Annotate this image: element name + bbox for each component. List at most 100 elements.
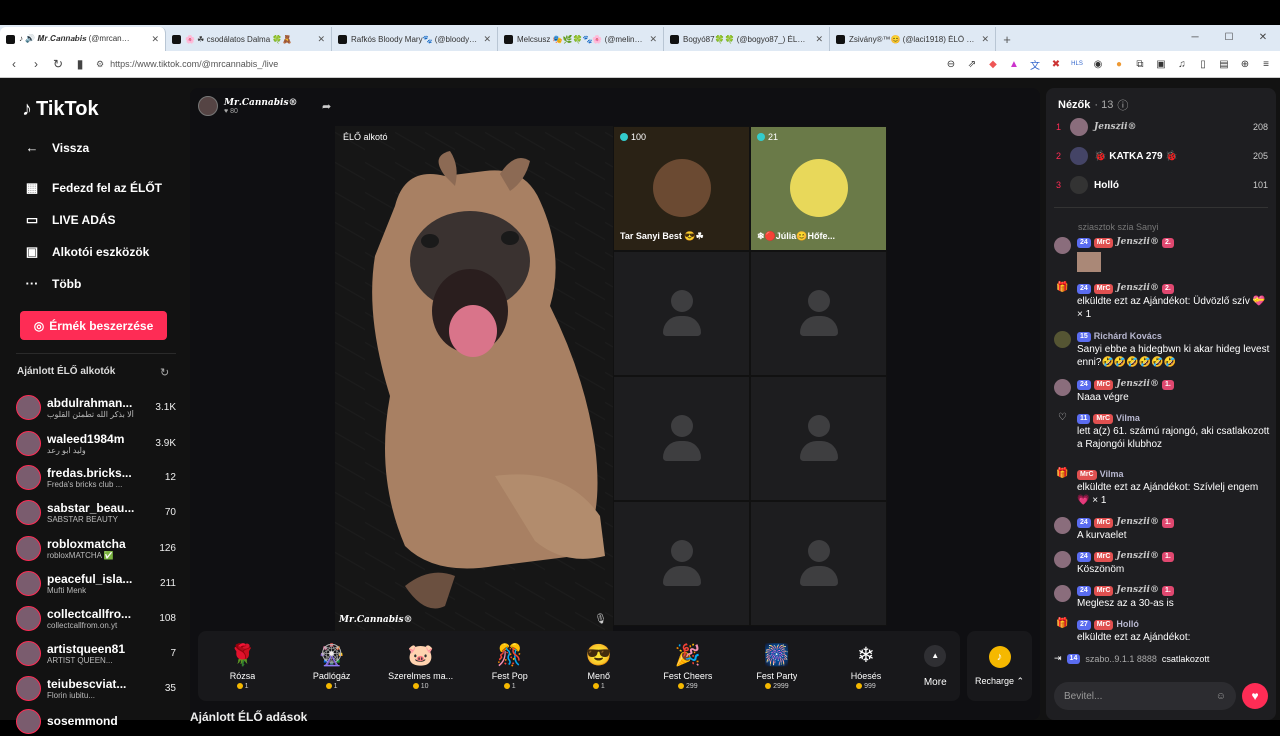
host-video[interactable]: ÉLŐ alkotó 𝑴𝒓.𝑪𝒂𝒏𝒏𝒂𝒃𝒊𝒔® 🎙	[335, 126, 613, 631]
music-icon[interactable]: ♫	[1176, 58, 1188, 70]
recharge-button[interactable]: ♪ Recharge ⌃	[967, 631, 1032, 701]
sidebar-icon[interactable]: ▯	[1197, 58, 1209, 70]
viewers-header[interactable]: Nézők · 13 ⓘ	[1058, 97, 1128, 113]
suggested-creator[interactable]: artistqueen81 ARTIST QUEEN... 7	[16, 638, 176, 668]
forward-icon[interactable]: ›	[30, 57, 42, 71]
chat-message[interactable]: 24 MrC 𝑱𝒆𝒏𝒔𝒛𝒊𝒊® 2.	[1054, 236, 1270, 272]
browser-tab[interactable]: ♪ 🔊 𝑴𝒓.𝑪𝒂𝒏𝒏𝒂𝒃𝒊𝒔 (@mrcan… ✕	[0, 27, 166, 51]
info-icon[interactable]: ⓘ	[1117, 97, 1128, 113]
menu-icon[interactable]: ≡	[1260, 58, 1272, 70]
suggested-creator[interactable]: peaceful_isla... Mufti Menk 211	[16, 568, 176, 598]
gift-item[interactable]: 🎉 Fest Cheers 299	[643, 631, 732, 701]
emoji-icon[interactable]: ☺	[1216, 691, 1226, 702]
extension-puzzle-icon[interactable]: ⧉	[1134, 58, 1146, 70]
empty-guest-slot[interactable]	[613, 251, 750, 376]
chat-message[interactable]: 🎁 MrC Vilma elküldte ezt az Ajándékot: Szív…	[1054, 468, 1270, 507]
host-name[interactable]: 𝑴𝒓.𝑪𝒂𝒏𝒏𝒂𝒃𝒊𝒔®	[224, 98, 298, 108]
top-viewer[interactable]: 3 Holló 101	[1056, 174, 1268, 196]
dark-mode-icon[interactable]: ◉	[1092, 58, 1104, 70]
new-tab-button[interactable]: +	[996, 27, 1018, 51]
close-tab-icon[interactable]: ✕	[815, 34, 823, 45]
share-icon[interactable]: ⇗	[966, 58, 978, 70]
gift-item[interactable]: 🎊 Fest Pop 1	[465, 631, 554, 701]
gift-item[interactable]: ❄ Hóesés 999	[821, 631, 910, 701]
guest-slot[interactable]: 21 ❄🔴Júlia😊Hőfe...	[750, 126, 887, 251]
bookmark-icon[interactable]: ▮	[74, 57, 86, 71]
tiktok-logo[interactable]: ♪ TikTok	[22, 98, 99, 121]
chat-message[interactable]: 15 Richárd Kovács Sanyi ebbe a hidegbwn ki…	[1054, 330, 1270, 369]
close-window-icon[interactable]: ✕	[1246, 25, 1280, 51]
chat-input[interactable]: Bevitel... ☺	[1054, 682, 1236, 710]
host-header[interactable]: 𝑴𝒓.𝑪𝒂𝒏𝒏𝒂𝒃𝒊𝒔® ♥ 80	[198, 96, 298, 116]
gift-item[interactable]: 🌹 Rózsa 1	[198, 631, 287, 701]
gift-item[interactable]: 😎 Menő 1	[554, 631, 643, 701]
extension-x-icon[interactable]: ✖	[1050, 58, 1062, 70]
close-tab-icon[interactable]: ✕	[317, 34, 325, 45]
guest-slot[interactable]: 100 Tar Sanyi Best 😎☘	[613, 126, 750, 251]
browser-tab[interactable]: Bogyó87🍀🍀 (@bogyo87_) ÉLŐ a… ✕	[664, 27, 830, 51]
top-viewer[interactable]: 2 🐞 KATKA 279 🐞 205	[1056, 145, 1268, 167]
close-tab-icon[interactable]: ✕	[483, 34, 491, 45]
close-tab-icon[interactable]: ✕	[981, 34, 989, 45]
wallet-icon[interactable]: ▤	[1218, 58, 1230, 70]
get-coins-button[interactable]: ◎ Érmék beszerzése	[20, 311, 167, 340]
share-icon[interactable]: ➦	[322, 100, 331, 113]
refresh-icon[interactable]: ↻	[160, 366, 169, 379]
maximize-icon[interactable]: ☐	[1212, 25, 1246, 51]
reload-icon[interactable]: ↻	[52, 57, 64, 71]
suggested-creator[interactable]: sosemmond	[16, 706, 176, 736]
like-heart-button[interactable]: ♥	[1242, 683, 1268, 709]
close-tab-icon[interactable]: ✕	[151, 34, 159, 45]
url-field[interactable]: ⚙ https://www.tiktok.com/@mrcannabis_/li…	[96, 54, 856, 74]
nav-more[interactable]: ··· Több	[24, 276, 82, 291]
chat-message[interactable]: 24 MrC 𝑱𝒆𝒏𝒔𝒛𝒊𝒊® 1. Köszönöm	[1054, 550, 1270, 576]
nav-explore-live[interactable]: ▦ Fedezd fel az ÉLŐT	[24, 180, 162, 196]
rewards-icon[interactable]: ▲	[1008, 58, 1020, 70]
more-gifts-button[interactable]: ▲ More	[911, 644, 960, 688]
chat-message[interactable]: 🎁 27 MrC Holló elküldte ezt az Ajándékot:	[1054, 618, 1270, 644]
suggested-creator[interactable]: teiubescviat... Florin iubitu... 35	[16, 673, 176, 703]
suggested-creator[interactable]: abdulrahman... ألا بذكر الله تطمئن القلوب…	[16, 392, 176, 422]
empty-guest-slot[interactable]	[613, 376, 750, 501]
extension-color-icon[interactable]: ●	[1113, 58, 1125, 70]
chat-message[interactable]: 24 MrC 𝑱𝒆𝒏𝒔𝒛𝒊𝒊® 1. Naaa végre	[1054, 378, 1270, 404]
browser-tab[interactable]: Melcsusz 🎭🌿🍀🐾🌸 (@melin… ✕	[498, 27, 664, 51]
suggested-creator[interactable]: robloxmatcha robloxMATCHA ✅ 126	[16, 533, 176, 563]
muted-mic-icon[interactable]: 🎙	[594, 614, 607, 625]
hls-icon[interactable]: HLS	[1071, 58, 1083, 70]
zoom-icon[interactable]: ⊖	[945, 58, 957, 70]
avatar	[1070, 176, 1088, 194]
translate-icon[interactable]: 文	[1029, 58, 1041, 72]
gift-item[interactable]: 🎆 Fest Party 2999	[732, 631, 821, 701]
host-avatar[interactable]	[198, 96, 218, 116]
gift-item[interactable]: 🐷 Szerelmes ma... 10	[376, 631, 465, 701]
empty-guest-slot[interactable]	[750, 376, 887, 501]
chat-message[interactable]: 24 MrC 𝑱𝒆𝒏𝒔𝒛𝒊𝒊® 1. A kurvaelet	[1054, 516, 1270, 542]
suggested-creator[interactable]: waleed1984m وليد ابو رعد 3.9K	[16, 428, 176, 458]
nav-creator-tools[interactable]: ▣ Alkotói eszközök	[24, 244, 150, 260]
browser-tab[interactable]: Zsivány®™😊 (@laci1918) ÉLŐ adá… ✕	[830, 27, 996, 51]
vpn-icon[interactable]: ⊕	[1239, 58, 1251, 70]
brave-shield-icon[interactable]: ◆	[987, 58, 999, 70]
site-settings-icon[interactable]: ⚙	[96, 59, 104, 70]
nav-back[interactable]: ← Vissza	[24, 140, 90, 155]
suggested-creator[interactable]: fredas.bricks... Freda's bricks club ... 1…	[16, 462, 176, 492]
extension-frame-icon[interactable]: ▣	[1155, 58, 1167, 70]
top-viewer[interactable]: 1 𝑱𝒆𝒏𝒔𝒛𝒊𝒊® 208	[1056, 116, 1268, 138]
minimize-icon[interactable]: ─	[1178, 25, 1212, 51]
chat-message[interactable]: ♡ 11 MrC Vilma lett a(z) 61. számú rajongó, …	[1054, 412, 1270, 451]
suggested-creator[interactable]: collectcallfro... collectcallfrom.on.yt 10…	[16, 603, 176, 633]
browser-tab[interactable]: 🌸 ☘ csodálatos Dalma 🍀🧸 ✕	[166, 27, 332, 51]
url-text[interactable]: https://www.tiktok.com/@mrcannabis_/live	[110, 59, 278, 69]
suggested-creator[interactable]: sabstar_beau... SABSTAR BEAUTY 70	[16, 497, 176, 527]
chat-message[interactable]: 🎁 24 MrC 𝑱𝒆𝒏𝒔𝒛𝒊𝒊® 2. elküldte ezt az Ajándéko…	[1054, 282, 1270, 321]
chat-message[interactable]: 24 MrC 𝑱𝒆𝒏𝒔𝒛𝒊𝒊® 1. Meglesz az a 30-as is	[1054, 584, 1270, 610]
nav-go-live[interactable]: ▭ LIVE ADÁS	[24, 212, 116, 228]
empty-guest-slot[interactable]	[613, 501, 750, 626]
back-icon[interactable]: ‹	[8, 57, 20, 71]
gift-item[interactable]: 🎡 Padlógáz 1	[287, 631, 376, 701]
empty-guest-slot[interactable]	[750, 251, 887, 376]
empty-guest-slot[interactable]	[750, 501, 887, 626]
close-tab-icon[interactable]: ✕	[649, 34, 657, 45]
browser-tab[interactable]: Rafkós Bloody Mary🐾 (@bloodyma… ✕	[332, 27, 498, 51]
